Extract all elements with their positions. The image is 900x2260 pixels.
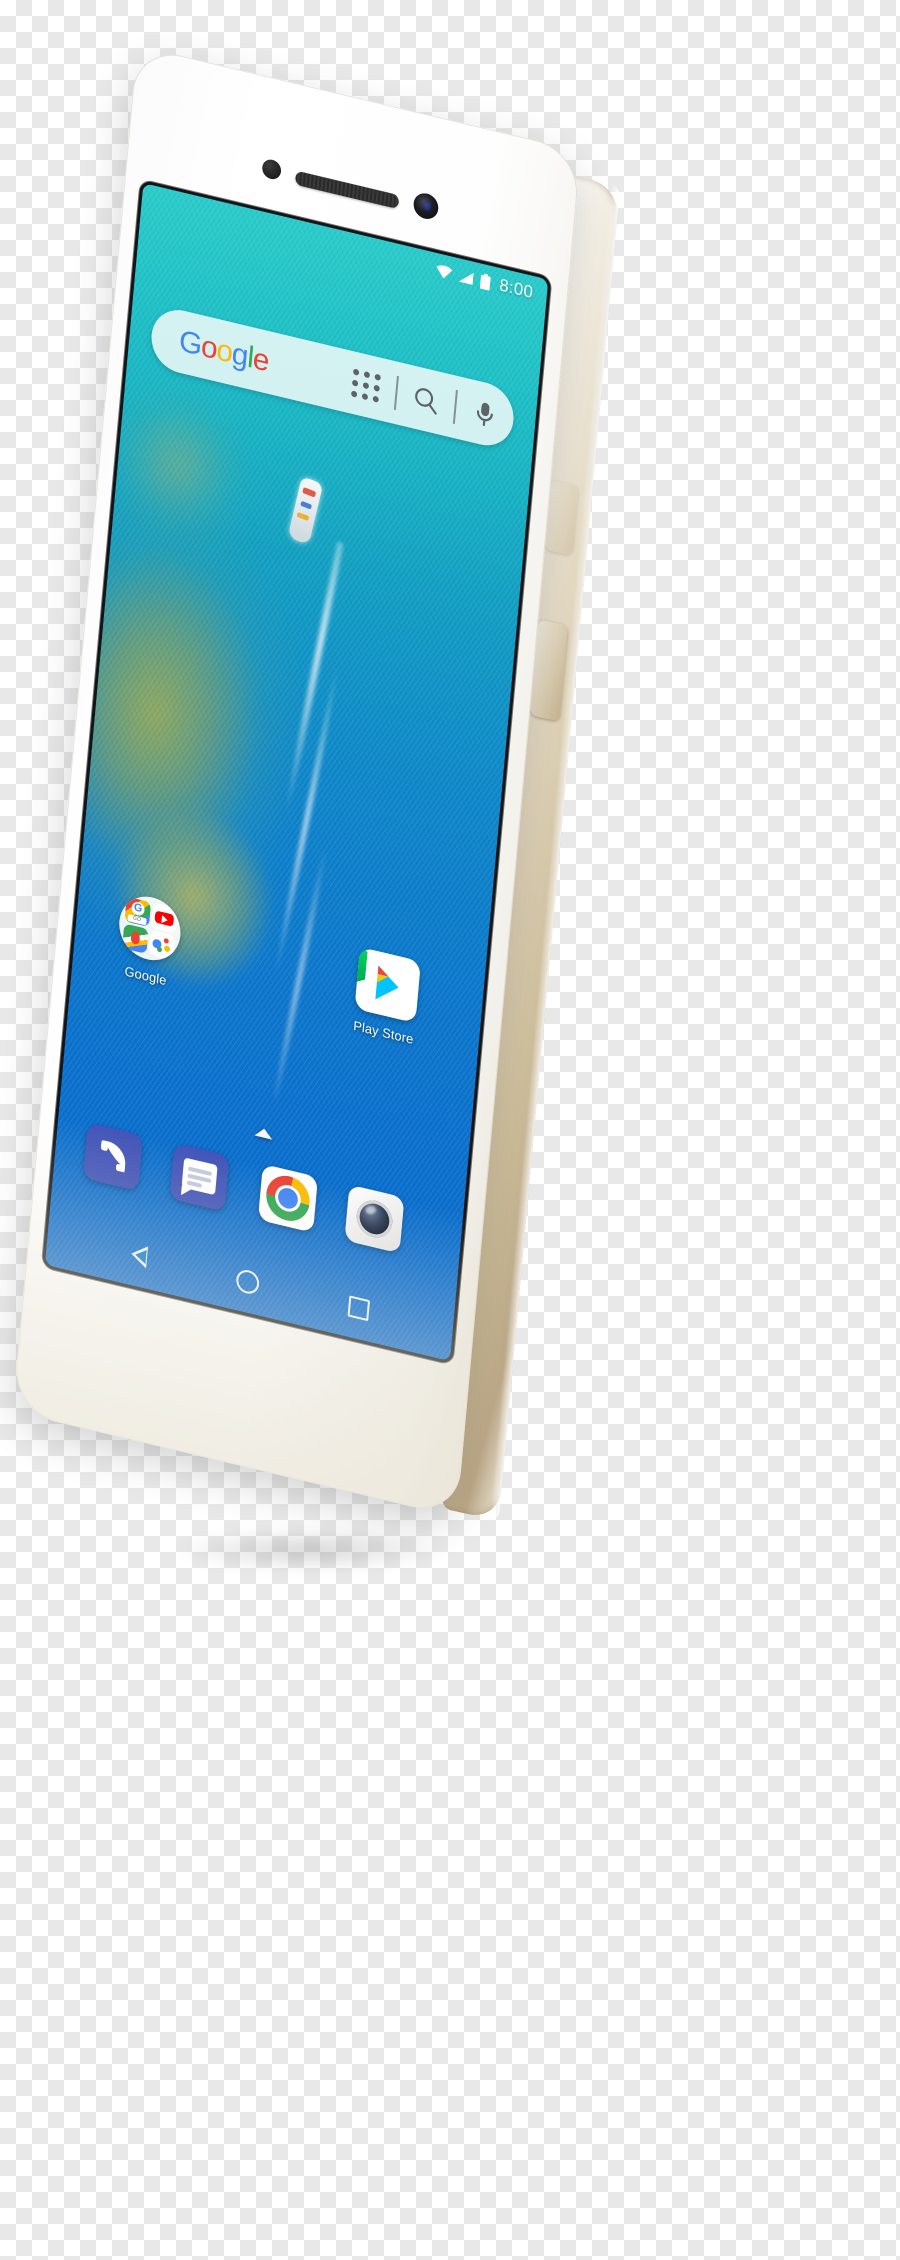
google-go-icon: G GO: [124, 896, 152, 928]
home-app-label-play-store: Play Store: [352, 1017, 415, 1047]
phone-screen[interactable]: 8:00 Google G GO Google Play Store: [44, 183, 549, 1362]
dock-item-chrome[interactable]: [257, 1163, 319, 1233]
dock-item-phone[interactable]: [82, 1122, 144, 1192]
smartphone-device: 8:00 Google G GO Google Play Store: [11, 45, 621, 1535]
maps-go-icon: [121, 923, 149, 955]
front-camera-icon: [412, 190, 440, 222]
home-app-play-store[interactable]: Play Store: [330, 942, 444, 1053]
home-circle-icon[interactable]: [235, 1267, 261, 1296]
scene-stage: 8:00 Google G GO Google Play Store: [0, 0, 900, 2260]
proximity-sensor-icon: [261, 157, 282, 182]
assistant-icon: [148, 929, 176, 961]
google-folder-icon[interactable]: G GO: [116, 890, 184, 967]
home-app-label-google: Google: [123, 963, 168, 989]
earpiece-speaker-icon: [294, 170, 400, 210]
home-app-google-folder[interactable]: G GO Google: [92, 885, 206, 996]
dock-item-messages[interactable]: [169, 1142, 230, 1212]
back-triangle-icon[interactable]: [131, 1243, 149, 1269]
dock-item-camera[interactable]: [344, 1184, 405, 1254]
screen-bezel: 8:00 Google G GO Google Play Store: [41, 179, 552, 1365]
recents-square-icon[interactable]: [347, 1294, 370, 1321]
play-store-icon[interactable]: [354, 946, 421, 1024]
youtube-icon: [150, 902, 178, 934]
google-go-label: GO: [127, 914, 147, 926]
